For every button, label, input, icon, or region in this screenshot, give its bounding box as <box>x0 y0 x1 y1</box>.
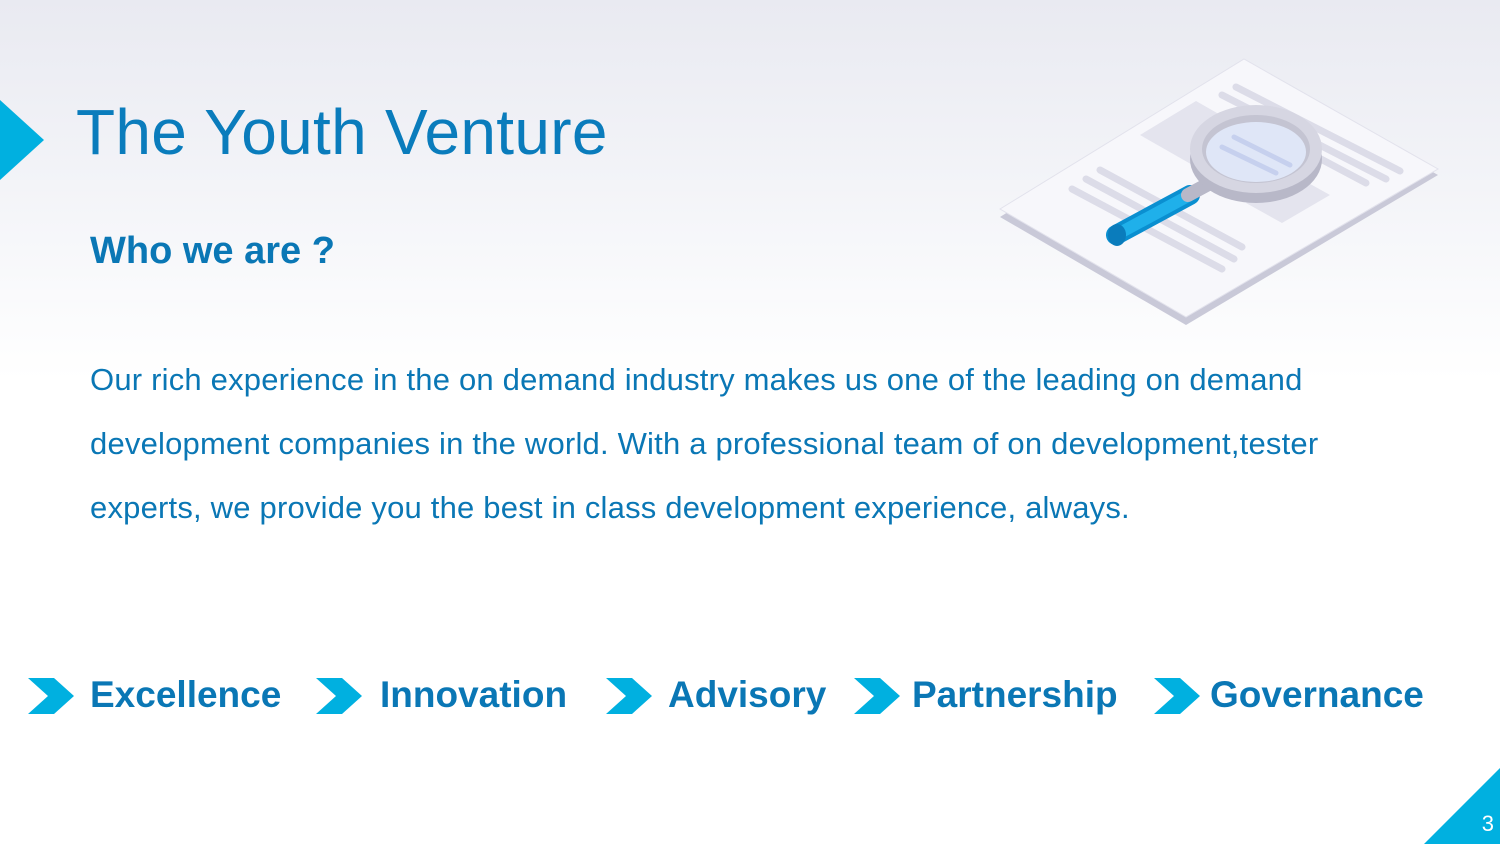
value-label: Governance <box>1210 674 1424 715</box>
values-row: Excellence Innovation Advisory Partnersh… <box>0 668 1500 724</box>
slide-body-text: Our rich experience in the on demand ind… <box>90 362 1319 525</box>
document-magnifier-illustration <box>999 58 1440 325</box>
chevron-right-icon <box>1154 678 1200 714</box>
slide-subtitle: Who we are ? <box>90 230 335 272</box>
slide-title: The Youth Venture <box>76 96 608 168</box>
value-label: Innovation <box>380 674 568 715</box>
value-label: Partnership <box>912 674 1118 715</box>
value-label: Excellence <box>90 674 282 715</box>
chevron-right-icon <box>854 678 900 714</box>
page-number: 3 <box>1481 811 1494 836</box>
chevron-right-icon <box>28 678 74 714</box>
chevron-right-icon <box>606 678 652 714</box>
title-marker-icon <box>0 100 44 180</box>
chevron-right-icon <box>316 678 362 714</box>
value-label: Advisory <box>668 674 827 715</box>
